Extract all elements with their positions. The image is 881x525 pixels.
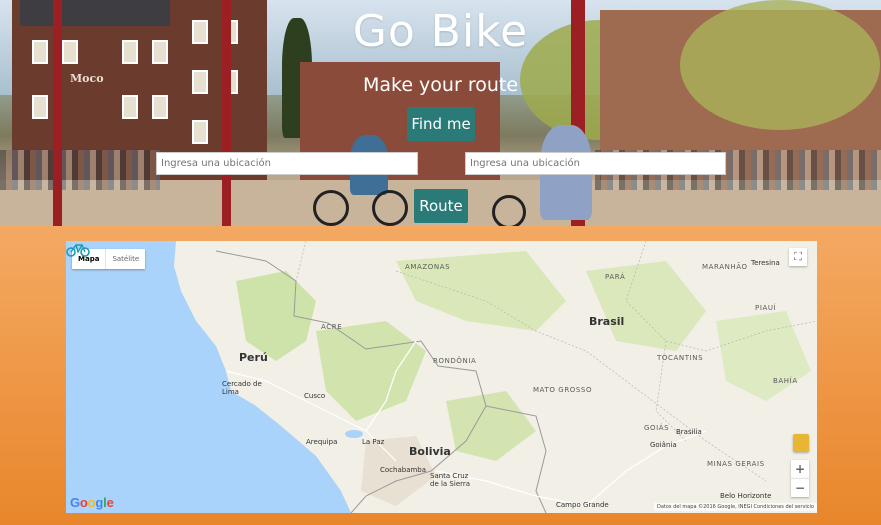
destination-input[interactable] [465, 152, 726, 175]
pegman-icon[interactable] [793, 434, 809, 452]
bicycle-icon[interactable] [66, 241, 90, 257]
map-lake-titicaca [345, 430, 363, 438]
hero-wheel [313, 190, 349, 226]
map-label-minas-gerais: MINAS GERAIS [707, 460, 765, 468]
map-label-bolivia: Bolivia [409, 445, 451, 458]
map-label-cochabamba: Cochabamba [380, 466, 427, 474]
map-label-brasil: Brasil [589, 315, 625, 328]
map-label-bahia: BAHÍA [773, 377, 798, 385]
hero-window [32, 95, 48, 119]
map-label-cusco: Cusco [304, 392, 326, 400]
map-view[interactable]: Mapa Satélite ⛶ + − AMAZONAS PARÁ MARANH… [66, 241, 817, 513]
hero-window [122, 95, 138, 119]
map-label-brasilia: Brasilia [676, 428, 702, 436]
hero-window [152, 95, 168, 119]
map-label-acre: ACRE [321, 323, 343, 331]
hero-wheel [492, 195, 526, 226]
map-label-goias: GOIÁS [644, 424, 670, 432]
map-label-la-paz: La Paz [362, 438, 385, 446]
map-label-arequipa: Arequipa [306, 438, 338, 446]
map-type-satellite[interactable]: Satélite [105, 249, 145, 269]
hero-window [192, 120, 208, 144]
map-label-belo-horizonte: Belo Horizonte [720, 492, 772, 500]
hero-crowd [0, 150, 160, 190]
map-label-piaui: PIAUÍ [755, 304, 777, 312]
map-label-maranhao: MARANHÃO [702, 263, 748, 271]
map-label-rondonia: RONDÔNIA [433, 357, 477, 365]
map-label-para: PARÁ [605, 273, 626, 281]
route-button[interactable]: Route [414, 189, 468, 223]
page-subtitle: Make your route [362, 74, 519, 96]
zoom-out-button[interactable]: − [791, 478, 809, 497]
zoom-in-button[interactable]: + [791, 460, 809, 478]
map-label-tocantins: TOCANTINS [657, 354, 704, 362]
map-attribution[interactable]: Datos del mapa ©2016 Google, INEGI Condi… [654, 503, 817, 511]
page-title: Go Bike [352, 6, 529, 57]
hero-wheel [372, 190, 408, 226]
map-label-mato-grosso: MATO GROSSO [533, 386, 593, 394]
map-label-amazonas: AMAZONAS [405, 263, 451, 271]
map-label-cercado: Cercado de Lima [222, 380, 262, 396]
fullscreen-icon[interactable]: ⛶ [789, 248, 807, 266]
map-label-goiania: Goiânia [650, 441, 677, 449]
origin-input[interactable] [156, 152, 418, 175]
find-me-button[interactable]: Find me [407, 107, 475, 141]
map-label-campo-grande: Campo Grande [556, 501, 609, 509]
map-label-teresina: Teresina [751, 259, 780, 267]
map-label-santa-cruz: Santa Cruz de la Sierra [430, 472, 471, 488]
google-logo: Google [70, 495, 114, 510]
map-label-peru: Perú [239, 351, 268, 364]
